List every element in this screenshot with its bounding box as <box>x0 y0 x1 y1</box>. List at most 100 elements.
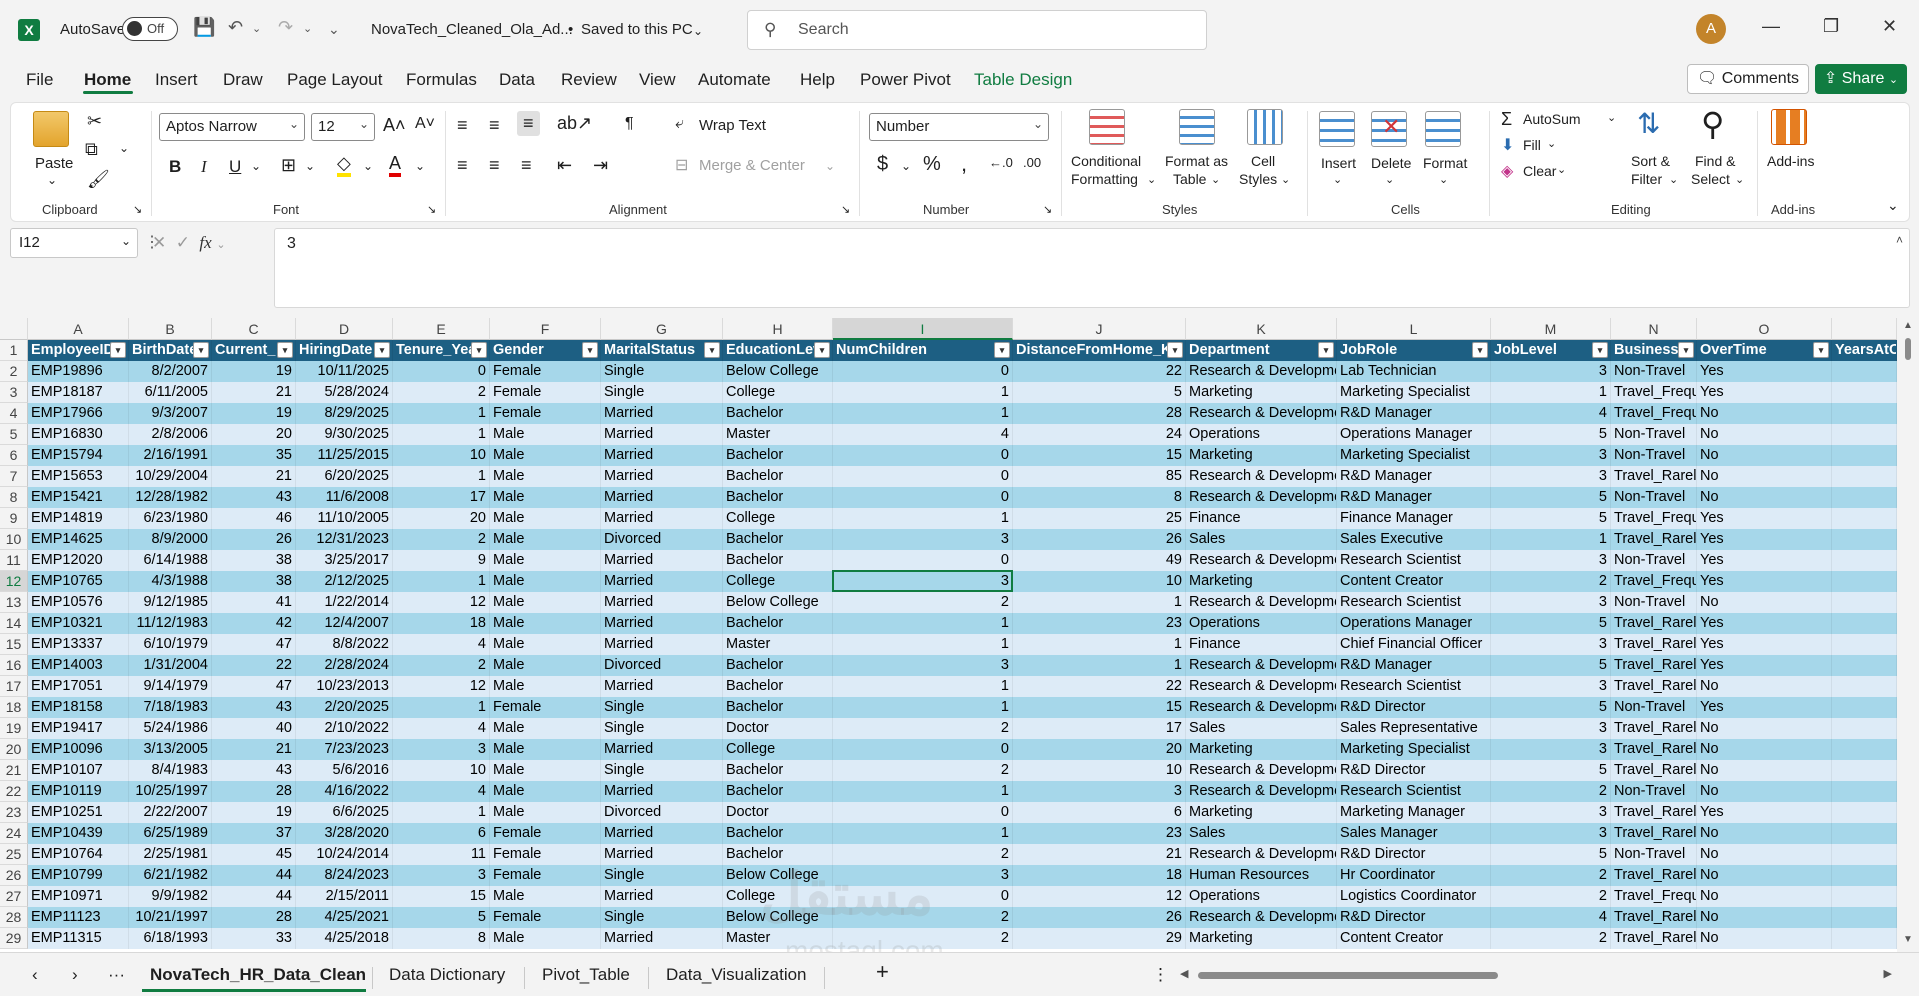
table-cell[interactable]: Marketing Specialist <box>1337 739 1491 760</box>
table-cell[interactable]: Male <box>490 739 601 760</box>
save-icon[interactable]: 💾 <box>193 17 215 38</box>
table-cell[interactable]: Yes <box>1697 634 1832 655</box>
table-cell[interactable]: 29 <box>1013 928 1186 949</box>
conditional-formatting-label-2[interactable]: Formatting <box>1071 171 1138 187</box>
table-cell[interactable]: Male <box>490 634 601 655</box>
table-cell[interactable]: 43 <box>212 760 296 781</box>
table-cell[interactable]: 28 <box>212 907 296 928</box>
table-cell[interactable]: 22 <box>1013 361 1186 382</box>
table-cell[interactable]: EMP14819 <box>28 508 129 529</box>
table-cell[interactable]: Married <box>601 676 723 697</box>
table-cell[interactable]: 1 <box>1491 529 1611 550</box>
table-cell[interactable]: No <box>1697 823 1832 844</box>
table-cell[interactable]: 0 <box>393 361 490 382</box>
table-cell[interactable]: Non-Travel <box>1611 424 1697 445</box>
row-header[interactable]: 10 <box>0 529 28 550</box>
table-cell[interactable]: Content Creator <box>1337 571 1491 592</box>
table-cell[interactable]: Female <box>490 403 601 424</box>
fill-button[interactable]: Fill <box>1523 137 1541 153</box>
table-cell[interactable]: Male <box>490 655 601 676</box>
table-cell[interactable]: Marketing <box>1186 445 1337 466</box>
table-cell[interactable]: Travel_Rarel <box>1611 928 1697 949</box>
insert-cells-button[interactable]: Insert <box>1321 155 1356 171</box>
table-cell[interactable]: Travel_Rarel <box>1611 718 1697 739</box>
align-center-icon[interactable]: ≡ <box>489 155 500 176</box>
table-cell[interactable]: 43 <box>212 697 296 718</box>
table-cell[interactable]: 12 <box>1013 886 1186 907</box>
table-cell[interactable]: EMP10799 <box>28 865 129 886</box>
table-cell[interactable]: 10/24/2014 <box>296 844 393 865</box>
row-header[interactable]: 16 <box>0 655 28 676</box>
table-cell[interactable]: 6/20/2025 <box>296 466 393 487</box>
name-box[interactable]: I12 ⌄ <box>10 228 138 258</box>
table-cell[interactable]: Bachelor <box>723 760 833 781</box>
table-cell[interactable]: Divorced <box>601 529 723 550</box>
autosave-toggle[interactable]: Off <box>122 17 178 41</box>
table-cell[interactable]: 3/28/2020 <box>296 823 393 844</box>
row-header[interactable]: 5 <box>0 424 28 445</box>
filter-dropdown-icon[interactable]: ▾ <box>1167 342 1183 358</box>
table-cell[interactable]: Research & Developme <box>1186 655 1337 676</box>
row-header[interactable]: 15 <box>0 634 28 655</box>
table-cell[interactable]: Female <box>490 844 601 865</box>
table-cell[interactable]: 5/6/2016 <box>296 760 393 781</box>
table-cell[interactable]: Female <box>490 361 601 382</box>
table-cell[interactable]: 2/15/2011 <box>296 886 393 907</box>
table-cell[interactable]: 1/22/2014 <box>296 592 393 613</box>
table-cell[interactable]: Female <box>490 907 601 928</box>
fill-dropdown-icon[interactable]: ⌄ <box>1547 137 1556 150</box>
table-cell[interactable]: Travel_Rarel <box>1611 655 1697 676</box>
table-cell[interactable]: 2/8/2006 <box>129 424 212 445</box>
row-header[interactable]: 3 <box>0 382 28 403</box>
table-cell[interactable]: 6/11/2005 <box>129 382 212 403</box>
row-header[interactable]: 14 <box>0 613 28 634</box>
table-cell[interactable]: Research & Developme <box>1186 844 1337 865</box>
redo-icon[interactable]: ↷ <box>278 17 293 38</box>
table-cell[interactable]: R&D Manager <box>1337 655 1491 676</box>
table-cell[interactable]: 40 <box>212 718 296 739</box>
paste-icon[interactable] <box>33 111 69 147</box>
align-bottom-icon[interactable]: ≡ <box>517 111 540 136</box>
table-cell[interactable]: 10 <box>1013 571 1186 592</box>
number-format-select[interactable]: Number ⌄ <box>869 113 1049 141</box>
table-cell[interactable]: 2/20/2025 <box>296 697 393 718</box>
scroll-right-icon[interactable]: ▶ <box>1884 967 1892 980</box>
increase-indent-icon[interactable]: ⇥ <box>593 155 608 176</box>
table-cell[interactable]: 9 <box>393 550 490 571</box>
table-cell[interactable]: 12/31/2023 <box>296 529 393 550</box>
table-cell[interactable]: 1 <box>833 823 1013 844</box>
table-cell[interactable]: 2 <box>393 655 490 676</box>
table-cell[interactable]: 2 <box>1491 781 1611 802</box>
table-cell[interactable]: 1 <box>833 403 1013 424</box>
table-cell[interactable]: No <box>1697 718 1832 739</box>
table-cell[interactable]: 4/3/1988 <box>129 571 212 592</box>
table-cell[interactable]: 1 <box>1013 655 1186 676</box>
table-cell[interactable]: 5 <box>1491 508 1611 529</box>
table-cell[interactable]: EMP19896 <box>28 361 129 382</box>
row-header[interactable]: 25 <box>0 844 28 865</box>
table-cell[interactable]: R&D Manager <box>1337 403 1491 424</box>
alignment-launcher-icon[interactable]: ↘ <box>841 203 850 216</box>
decrease-indent-icon[interactable]: ⇤ <box>557 155 572 176</box>
format-as-table-button[interactable]: Format as <box>1165 153 1228 169</box>
text-direction-icon[interactable]: ¶ <box>625 115 634 133</box>
table-cell[interactable]: EMP15794 <box>28 445 129 466</box>
align-right-icon[interactable]: ≡ <box>521 155 532 176</box>
table-cell[interactable]: Non-Travel <box>1611 697 1697 718</box>
table-cell[interactable]: EMP10764 <box>28 844 129 865</box>
column-header-l[interactable]: L <box>1337 318 1491 340</box>
formula-input[interactable]: 3 ˄ <box>274 228 1910 308</box>
table-cell[interactable]: 3/25/2017 <box>296 550 393 571</box>
table-cell[interactable]: Divorced <box>601 802 723 823</box>
add-ins-icon[interactable] <box>1771 109 1807 145</box>
table-cell[interactable]: Married <box>601 550 723 571</box>
table-cell[interactable]: Bachelor <box>723 697 833 718</box>
table-cell[interactable]: Married <box>601 571 723 592</box>
table-cell[interactable]: 12 <box>393 676 490 697</box>
table-cell[interactable]: Sales Representative <box>1337 718 1491 739</box>
table-cell[interactable]: Travel_Rarel <box>1611 613 1697 634</box>
table-cell[interactable]: 8/9/2000 <box>129 529 212 550</box>
minimize-icon[interactable]: — <box>1762 16 1780 37</box>
table-cell[interactable]: 8/24/2023 <box>296 865 393 886</box>
table-cell[interactable]: 3 <box>1491 361 1611 382</box>
